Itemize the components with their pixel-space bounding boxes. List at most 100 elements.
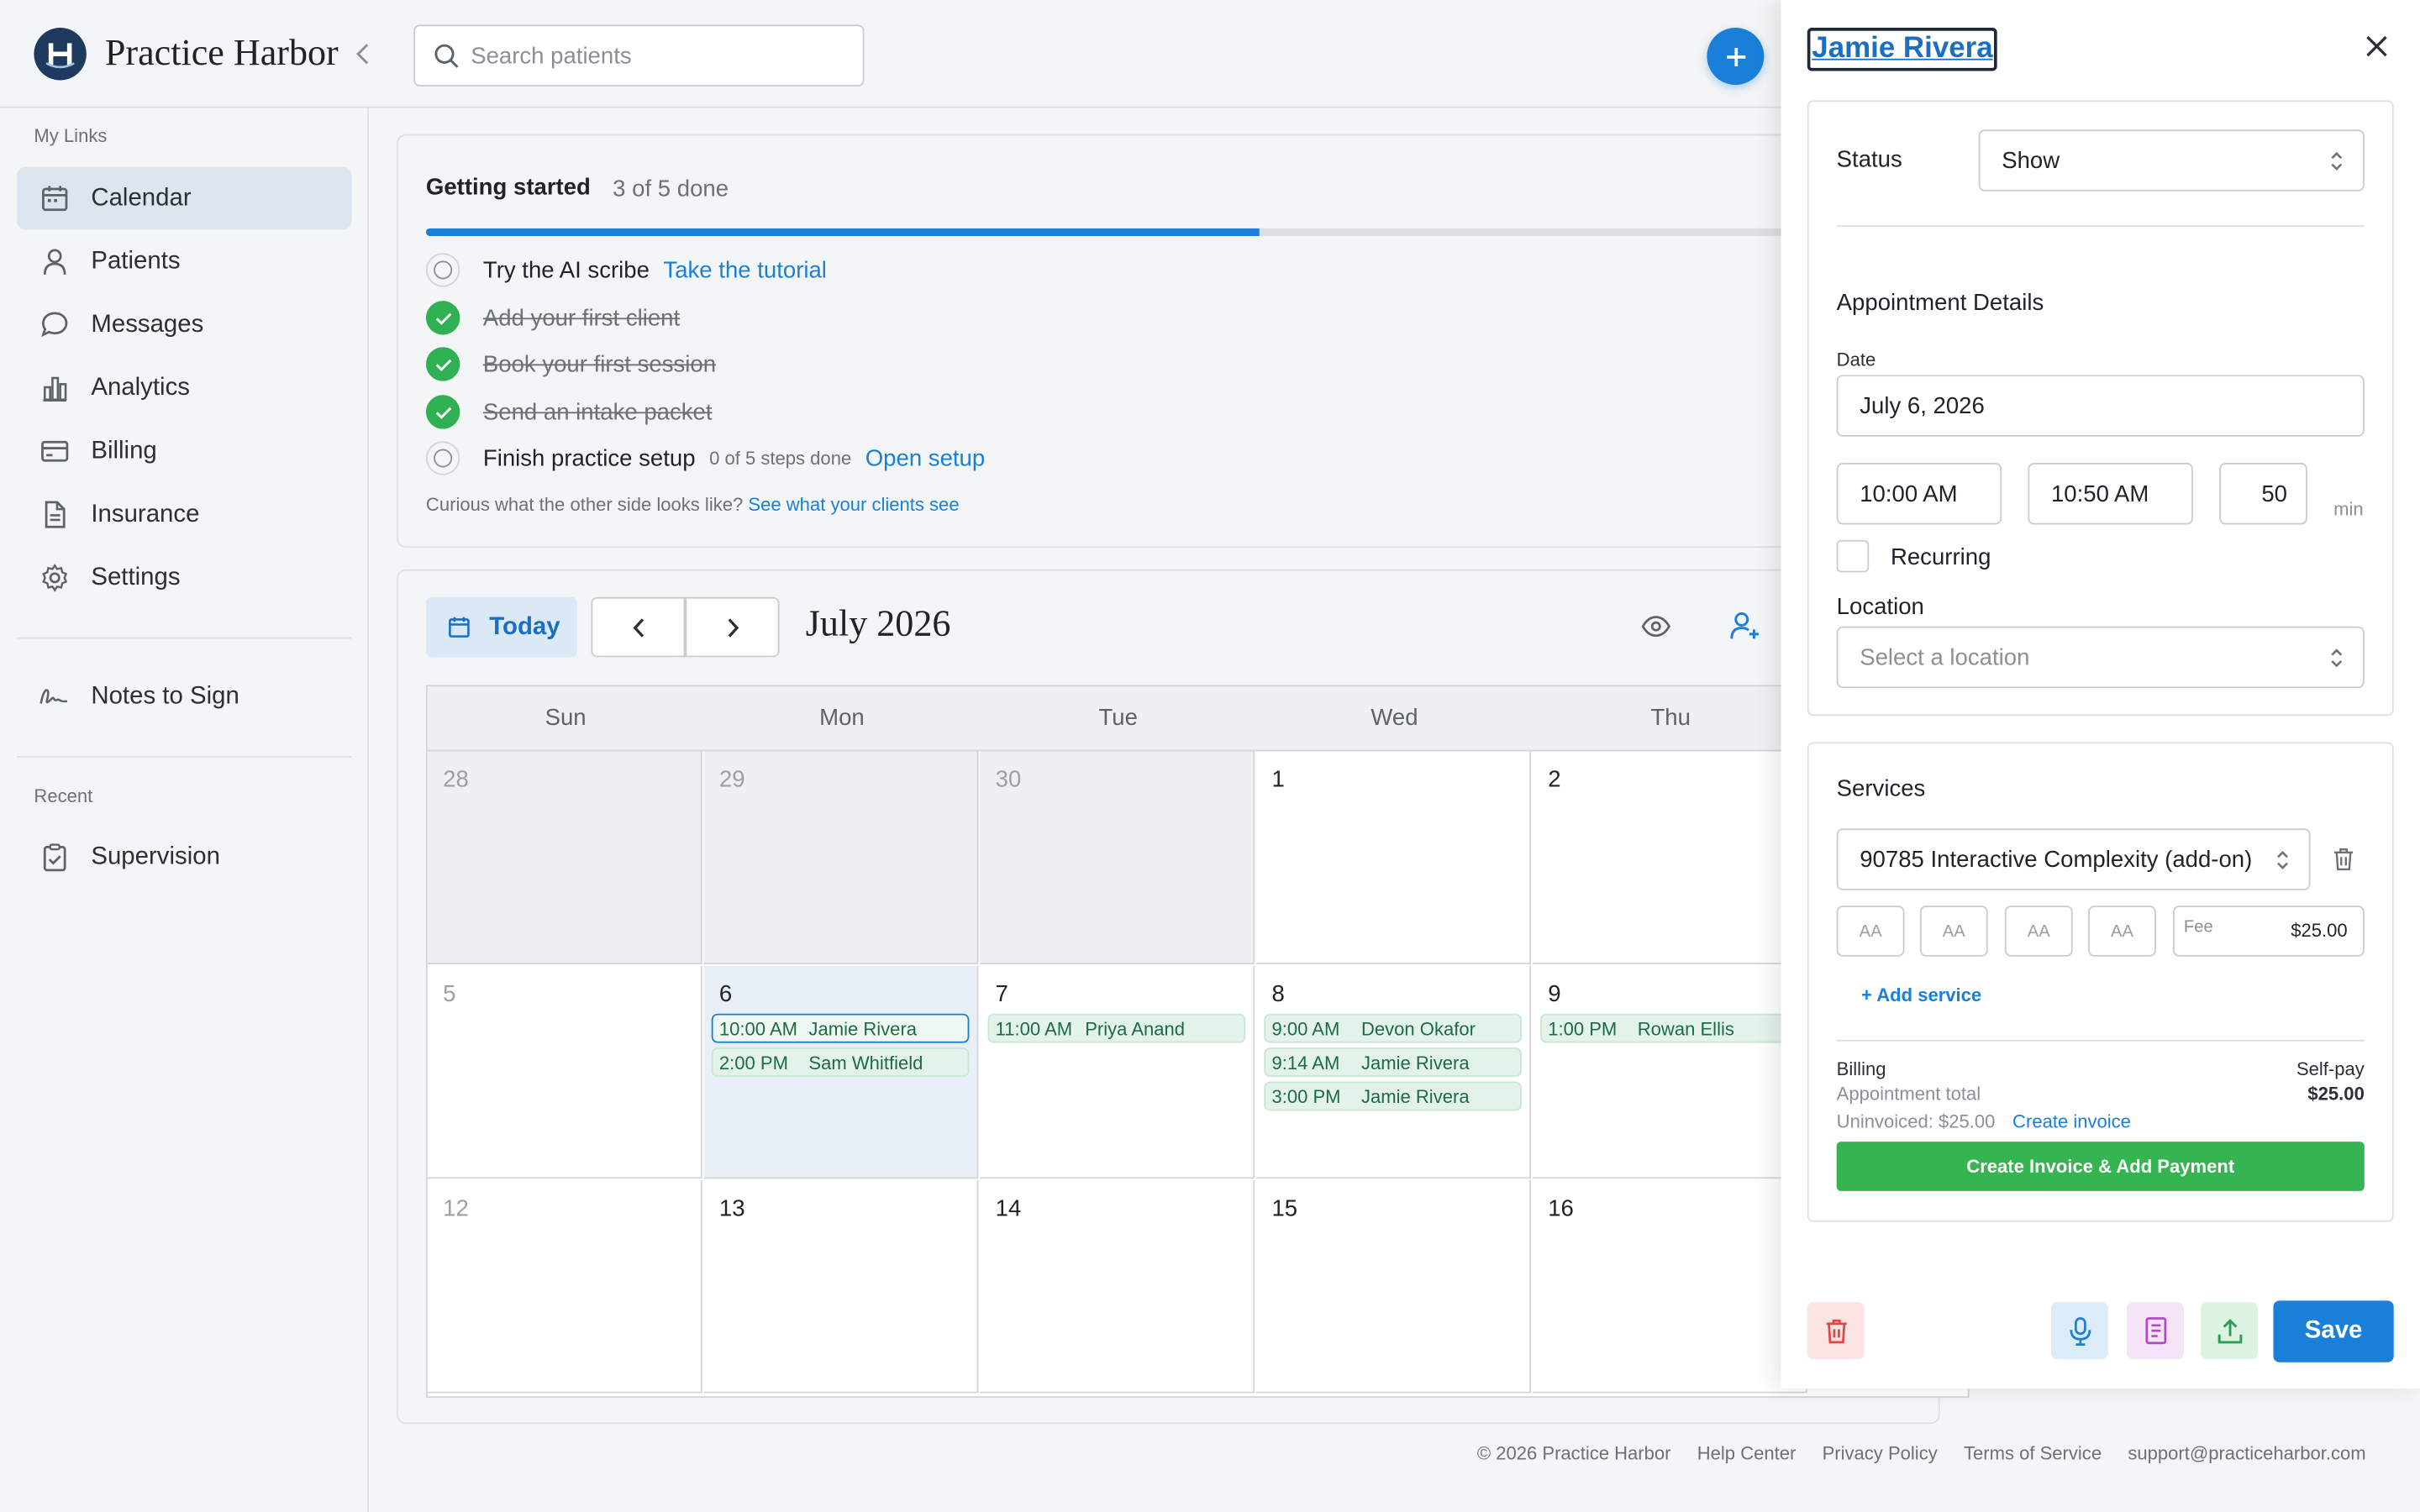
sidebar-item-settings[interactable]: Settings — [17, 546, 352, 609]
task-label: Finish practice setup — [482, 444, 696, 472]
sidebar: My Links Calendar Patients Messages Anal… — [0, 108, 369, 1512]
client-preview-note: Curious what the other side looks like? … — [426, 494, 960, 516]
appointment-time: 9:14 AM — [1271, 1051, 1340, 1074]
footer-link-help[interactable]: Help Center — [1697, 1442, 1797, 1464]
day-number: 15 — [1271, 1195, 1298, 1222]
day-number: 13 — [718, 1195, 745, 1222]
day-cell[interactable]: 7 11:00 AM Priya Anand — [980, 965, 1255, 1179]
status-select[interactable]: Show — [1978, 129, 2365, 192]
appointment-time: 11:00 AM — [995, 1017, 1073, 1040]
appointment-chip[interactable]: 2:00 PM Sam Whitfield — [711, 1047, 970, 1078]
delete-button[interactable] — [1807, 1302, 1865, 1360]
day-cell-selected[interactable]: 6 10:00 AM Jamie Rivera 2:00 PM Sam Whitfi… — [703, 965, 979, 1179]
date-label: Date — [1836, 349, 1876, 370]
appointment-chip[interactable]: 9:14 AM Jamie Rivera — [1264, 1047, 1522, 1078]
day-cell[interactable]: 28 — [427, 751, 702, 964]
day-cell[interactable]: 30 — [980, 751, 1255, 964]
modifier-field[interactable]: AA — [1836, 906, 1905, 957]
sidebar-item-messages[interactable]: Messages — [17, 293, 352, 356]
add-service-link[interactable]: + Add service — [1861, 984, 1981, 1006]
footer-link-privacy[interactable]: Privacy Policy — [1823, 1442, 1938, 1464]
appointment-chip[interactable]: 10:00 AM Jamie Rivera — [711, 1013, 970, 1043]
sidebar-item-label: Supervision — [91, 843, 220, 869]
search-input[interactable] — [471, 26, 842, 86]
appointment-patient: Devon Okafor — [1360, 1017, 1476, 1040]
day-cell[interactable]: 1 — [1256, 751, 1532, 964]
date-value: July 6, 2026 — [1860, 392, 1985, 419]
appointment-chip[interactable]: 9:00 AM Devon Okafor — [1264, 1013, 1522, 1043]
date-field[interactable]: July 6, 2026 — [1836, 375, 2365, 437]
weekday-label: Tue — [1098, 705, 1138, 732]
upload-button[interactable] — [2201, 1302, 2259, 1360]
previous-month-button[interactable] — [591, 596, 686, 658]
day-number: 9 — [1548, 981, 1561, 1008]
location-select[interactable]: Select a location — [1836, 626, 2365, 689]
take-tutorial-link[interactable]: Take the tutorial — [663, 257, 827, 283]
close-icon[interactable] — [2365, 34, 2389, 66]
next-month-button[interactable] — [685, 596, 780, 658]
day-cell[interactable]: 9 1:00 PM Rowan Ellis — [1532, 965, 1807, 1179]
add-button[interactable] — [1707, 28, 1765, 86]
task-try-ai-scribe: Try the AI scribe Take the tutorial — [425, 253, 827, 287]
patient-name-link[interactable]: Jamie Rivera — [1807, 28, 1998, 71]
appointment-chip[interactable]: 11:00 AM Priya Anand — [987, 1013, 1246, 1043]
day-cell[interactable]: 14 — [980, 1180, 1255, 1394]
appointment-patient: Jamie Rivera — [808, 1017, 918, 1040]
modifier-field[interactable]: AA — [1919, 906, 1988, 957]
day-cell[interactable]: 29 — [703, 751, 979, 964]
day-number: 1 — [1271, 766, 1285, 794]
sidebar-item-calendar[interactable]: Calendar — [17, 166, 352, 230]
today-button[interactable]: Today — [425, 596, 577, 658]
modifier-field[interactable]: AA — [2004, 906, 2073, 957]
day-cell[interactable]: 12 — [427, 1180, 702, 1394]
sidebar-item-insurance[interactable]: Insurance — [17, 483, 352, 546]
end-time-value: 10:50 AM — [2050, 480, 2149, 507]
sidebar-item-label: Notes to Sign — [91, 682, 239, 709]
incomplete-circle-icon — [425, 253, 460, 287]
service-select[interactable]: 90785 Interactive Complexity (add-on) — [1836, 828, 2311, 890]
modifier-field[interactable]: AA — [2088, 906, 2156, 957]
save-button[interactable]: Save — [2273, 1300, 2394, 1362]
add-person-icon[interactable] — [1728, 609, 1761, 649]
end-time-field[interactable]: 10:50 AM — [2028, 463, 2193, 525]
calendar-icon — [448, 616, 471, 639]
sidebar-item-label: Calendar — [91, 184, 192, 211]
uninvoiced-text: Uninvoiced: $25.00 — [1836, 1110, 1996, 1133]
status-label: Status — [1836, 146, 1902, 173]
trash-icon[interactable] — [2332, 847, 2355, 879]
start-time-field[interactable]: 10:00 AM — [1836, 463, 2002, 525]
collapse-sidebar-icon[interactable] — [349, 37, 376, 71]
day-cell[interactable]: 8 9:00 AM Devon Okafor 9:14 AM Jamie River… — [1256, 965, 1532, 1179]
day-cell[interactable]: 5 — [427, 965, 702, 1179]
calendar-card: Today July 2026 Sun Mon Tue Wed Thu 28 2… — [397, 569, 1970, 1425]
recurring-checkbox[interactable] — [1836, 539, 1870, 573]
day-cell[interactable]: 2 — [1532, 751, 1807, 964]
create-invoice-add-payment-button[interactable]: Create Invoice & Add Payment — [1836, 1142, 2365, 1191]
eye-icon[interactable] — [1640, 611, 1671, 649]
footer-link-terms[interactable]: Terms of Service — [1964, 1442, 2102, 1464]
see-clients-link[interactable]: See what your clients see — [748, 494, 959, 516]
duration-field[interactable]: 50 — [2219, 463, 2307, 525]
footer-link-support[interactable]: support@practiceharbor.com — [2128, 1442, 2365, 1464]
chevron-left-icon — [632, 617, 644, 637]
day-cell[interactable]: 13 — [703, 1180, 979, 1394]
day-number: 28 — [443, 766, 469, 794]
appointment-chip[interactable]: 1:00 PM Rowan Ellis — [1540, 1013, 1798, 1043]
day-number: 12 — [443, 1195, 469, 1222]
day-number: 2 — [1548, 766, 1561, 794]
day-cell[interactable]: 15 — [1256, 1180, 1532, 1394]
microphone-button[interactable] — [2050, 1302, 2108, 1360]
day-cell[interactable]: 16 — [1532, 1180, 1807, 1394]
sidebar-item-billing[interactable]: Billing — [17, 420, 352, 483]
client-preview-text: Curious what the other side looks like? — [425, 493, 744, 516]
sidebar-item-analytics[interactable]: Analytics — [17, 356, 352, 419]
sidebar-item-supervision[interactable]: Supervision — [17, 826, 352, 889]
appointment-chip[interactable]: 3:00 PM Jamie Rivera — [1264, 1081, 1522, 1111]
open-setup-link[interactable]: Open setup — [865, 445, 985, 471]
sidebar-item-notes-to-sign[interactable]: Notes to Sign — [17, 665, 352, 728]
sidebar-item-patients[interactable]: Patients — [17, 230, 352, 293]
create-invoice-link[interactable]: Create invoice — [2012, 1110, 2131, 1132]
fee-field[interactable]: Fee $25.00 — [2173, 906, 2365, 957]
note-button[interactable] — [2126, 1302, 2184, 1360]
task-label: Try the AI scribe — [482, 256, 650, 284]
